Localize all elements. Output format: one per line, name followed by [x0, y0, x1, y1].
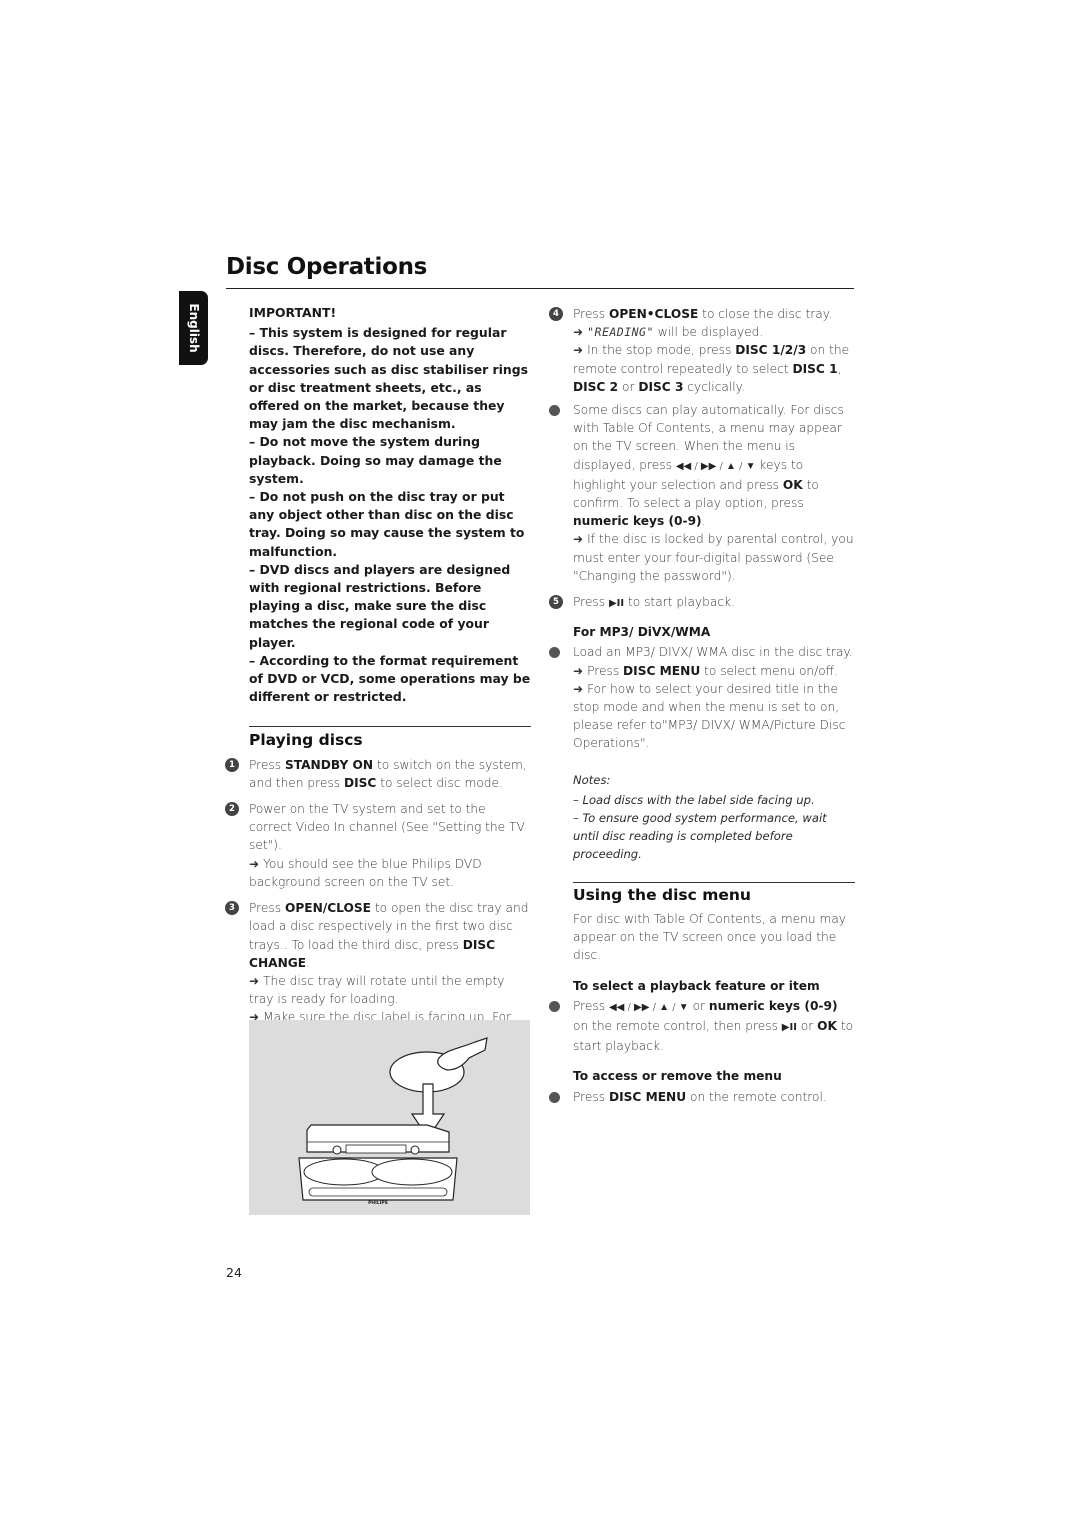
step-5: 5 Press ▶II to start playback. [549, 593, 855, 613]
bullet-icon [549, 1091, 560, 1103]
navigation-keys-icon: ◀◀ / ▶▶ / ▲ / ▼ [675, 460, 756, 472]
section-heading-disc-menu: Using the disc menu [573, 885, 751, 904]
disc-loading-icon: PHILIPS [298, 1037, 488, 1206]
arrow-icon: ➜ [573, 663, 584, 678]
navigation-keys-icon: ◀◀ / ▶▶ / ▲ / ▼ [608, 1001, 689, 1013]
step-number-icon: 2 [225, 802, 239, 817]
step-4: 4 Press OPEN•CLOSE to close the disc tra… [549, 305, 855, 396]
section-divider [573, 881, 855, 883]
step-number-icon: 4 [549, 307, 563, 321]
subheading-mp3: For MP3/ DiVX/WMA [573, 625, 711, 640]
left-column: IMPORTANT! – This system is designed for… [225, 304, 531, 1063]
notes: Notes: – Load discs with the label side … [573, 771, 855, 864]
important-item: – DVD discs and players are designed wit… [249, 561, 511, 650]
bullet-icon [549, 1000, 560, 1012]
language-tab-label: English [186, 303, 201, 353]
note-item: – To ensure good system performance, wai… [573, 811, 827, 862]
mp3-item: Load an MP3/ DIVX/ WMA disc in the disc … [549, 643, 855, 752]
step-number-icon: 1 [225, 757, 239, 772]
subheading-access-menu: To access or remove the menu [573, 1069, 782, 1084]
play-pause-icon: ▶II [608, 598, 625, 610]
key-disc-menu: DISC MENU [608, 1089, 687, 1104]
arrow-icon: ➜ [249, 856, 260, 871]
key-open-close: OPEN/CLOSE [284, 901, 371, 916]
access-menu-item: Press DISC MENU on the remote control. [549, 1088, 855, 1106]
important-item: – This system is designed for regular di… [249, 325, 528, 432]
step-number-icon: 3 [225, 901, 239, 916]
arrow-icon: ➜ [573, 532, 584, 547]
title-divider [226, 288, 854, 289]
arrow-icon: ➜ [573, 681, 584, 696]
key-standby-on: STANDBY ON [284, 757, 374, 772]
hand-shape [437, 1037, 488, 1071]
play-pause-icon: ▶II [781, 1021, 797, 1033]
bullet-icon [549, 647, 560, 659]
important-notice: IMPORTANT! – This system is designed for… [249, 304, 531, 706]
right-column: 4 Press OPEN•CLOSE to close the disc tra… [549, 305, 855, 1106]
step-2: 2 Power on the TV system and set to the … [225, 800, 531, 891]
key-disc-menu: DISC MENU [623, 663, 701, 678]
brand-label: PHILIPS [368, 1200, 388, 1206]
disc-loading-illustration: PHILIPS [249, 1020, 530, 1215]
important-item: – Do not push on the disc tray or put an… [249, 489, 525, 559]
key-open-close: OPEN•CLOSE [608, 307, 699, 321]
bullet-icon [549, 405, 560, 417]
note-item: – Load discs with the label side facing … [573, 792, 815, 807]
important-item: – According to the format requirement of… [249, 652, 531, 705]
disc-menu-intro: For disc with Table Of Contents, a menu … [573, 911, 846, 963]
select-feature-item: Press ◀◀ / ▶▶ / ▲ / ▼ or numeric keys (0… [549, 997, 855, 1056]
step-number-icon: 5 [549, 595, 563, 610]
important-item: – Do not move the system during playback… [249, 434, 502, 486]
auto-play-item: Some discs can play automatically. For d… [549, 401, 855, 585]
arrow-icon: ➜ [249, 973, 260, 988]
notes-title: Notes: [573, 772, 611, 787]
key-disc: DISC [343, 775, 377, 790]
lcd-display-text: "READING" [587, 325, 654, 340]
section-heading-playing-discs: Playing discs [249, 731, 363, 750]
language-tab: English [179, 291, 208, 365]
page-title: Disc Operations [226, 254, 428, 280]
step-1: 1 Press STANDBY ON to switch on the syst… [225, 756, 531, 792]
subheading-select-feature: To select a playback feature or item [573, 978, 820, 993]
arrow-icon: ➜ [573, 343, 584, 358]
arrow-icon: ➜ [573, 325, 584, 340]
page-number: 24 [226, 1265, 242, 1280]
section-divider [249, 726, 531, 728]
important-title: IMPORTANT! [249, 305, 337, 320]
